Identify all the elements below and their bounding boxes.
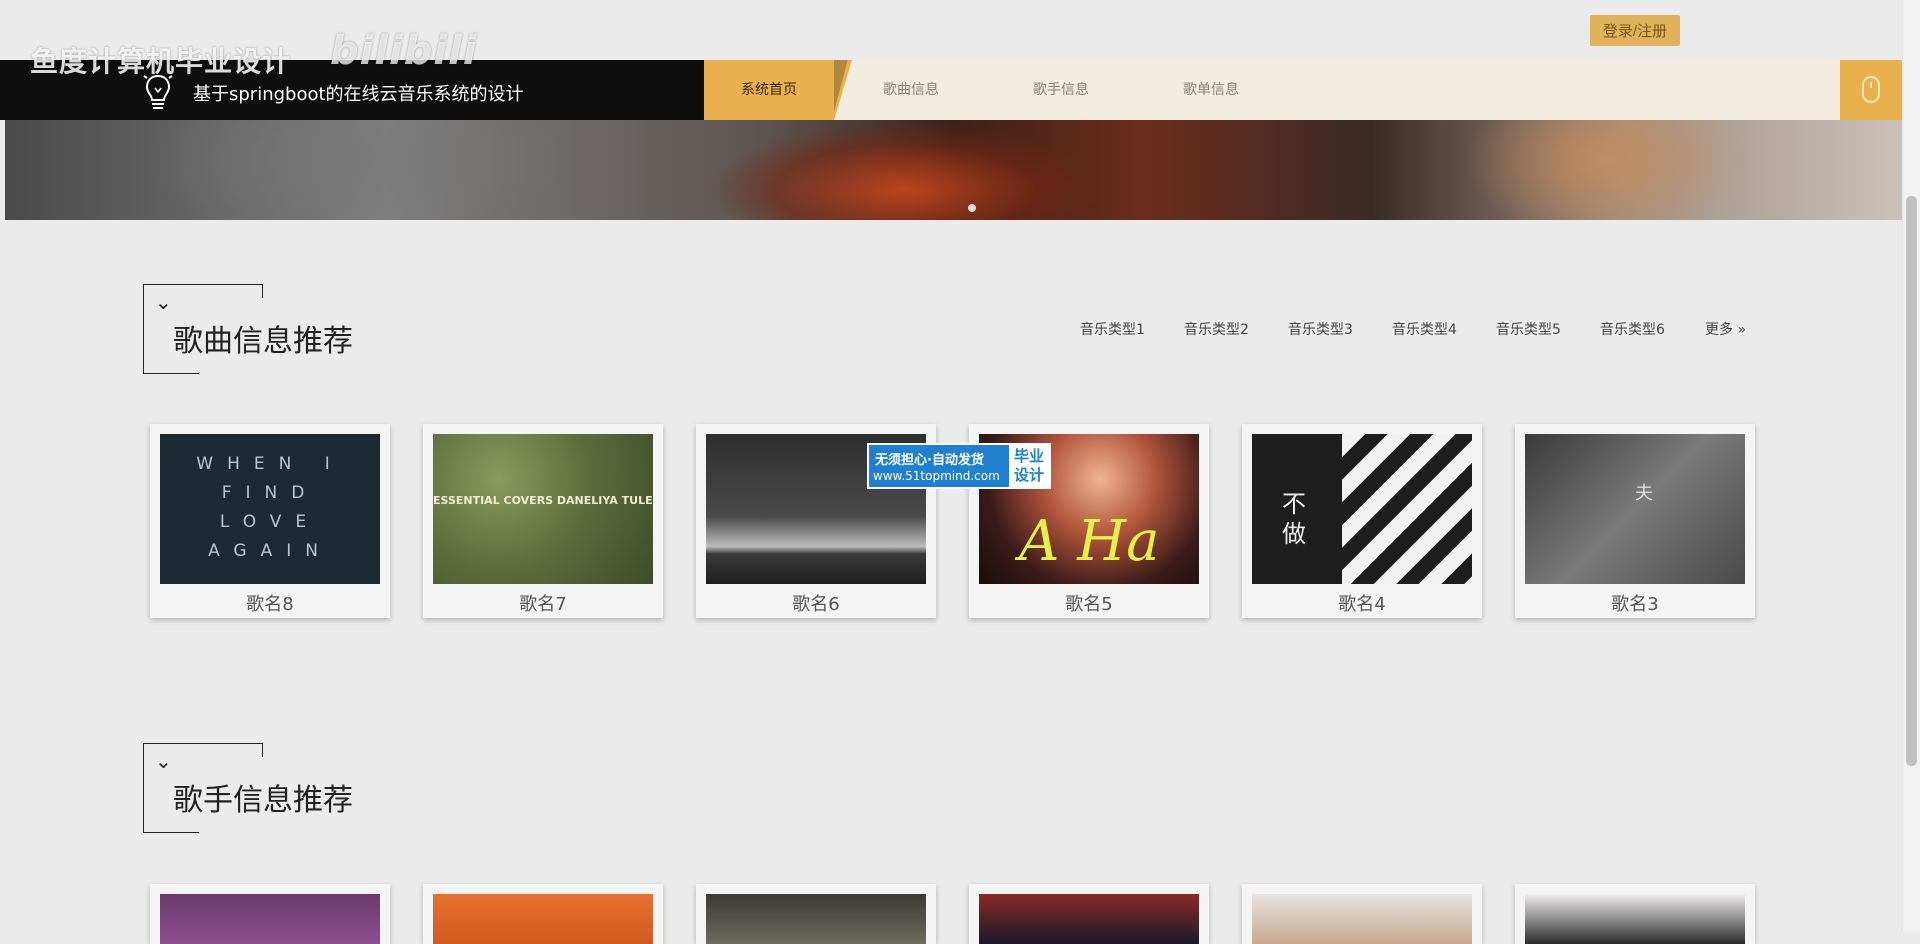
- tab-music-type-2[interactable]: 音乐类型2: [1184, 319, 1249, 339]
- singer-card[interactable]: [1242, 884, 1482, 944]
- singer-photo: [433, 894, 653, 944]
- singer-card[interactable]: [150, 884, 390, 944]
- cover-text: ESSENTIAL COVERS DANELIYA TULESHOVA: [433, 494, 653, 507]
- nav-item-songs[interactable]: 歌曲信息: [883, 60, 939, 120]
- mouse-icon: [1862, 76, 1880, 103]
- song-card-8[interactable]: WHEN I FIND LOVE AGAIN 歌名8: [150, 424, 390, 618]
- bilibili-logo-icon: bilibili: [330, 28, 478, 74]
- ad-line-1: 无须担心·自动发货: [875, 453, 984, 468]
- more-link[interactable]: 更多 »: [1705, 319, 1746, 339]
- login-register-button[interactable]: 登录/注册: [1590, 15, 1680, 46]
- vertical-scrollbar[interactable]: [1902, 0, 1920, 932]
- nav-item-singers[interactable]: 歌手信息: [1033, 60, 1089, 120]
- song-card-3[interactable]: 夫 歌名3: [1515, 424, 1755, 618]
- watermark: 鱼度计算机毕业设计 bilibili: [30, 28, 477, 80]
- ad-line-2: www.51topmind.com: [873, 469, 1000, 483]
- nav-item-playlists[interactable]: 歌单信息: [1183, 60, 1239, 120]
- song-section-title: 歌曲信息推荐: [173, 324, 353, 359]
- song-name: 歌名6: [792, 594, 840, 615]
- singer-photo: [706, 894, 926, 944]
- cover-text: 不做: [1282, 490, 1306, 548]
- singer-photo: [160, 894, 380, 944]
- chevron-down-icon: ⌄: [155, 290, 172, 314]
- song-name: 歌名8: [246, 594, 294, 615]
- song-cover-4: 不做: [1252, 434, 1472, 584]
- song-cover-8: WHEN I FIND LOVE AGAIN: [160, 434, 380, 584]
- nav-item-home[interactable]: 系统首页: [704, 60, 834, 120]
- singer-card[interactable]: [1515, 884, 1755, 944]
- song-name: 歌名3: [1611, 594, 1659, 615]
- chevron-down-icon: ⌄: [155, 749, 172, 773]
- singer-section-title: 歌手信息推荐: [173, 783, 353, 818]
- tab-music-type-1[interactable]: 音乐类型1: [1080, 319, 1145, 339]
- cover-text: WHEN I FIND LOVE AGAIN: [196, 454, 344, 561]
- song-cover-7: ESSENTIAL COVERS DANELIYA TULESHOVA: [433, 434, 653, 584]
- singer-card[interactable]: [696, 884, 936, 944]
- tab-music-type-5[interactable]: 音乐类型5: [1496, 319, 1561, 339]
- banner-carousel[interactable]: [5, 120, 1903, 220]
- singer-photo: [1525, 894, 1745, 944]
- song-card-4[interactable]: 不做 歌名4: [1242, 424, 1482, 618]
- ad-side-label: 毕业设计: [1009, 445, 1049, 487]
- nav-active-shadow: [834, 60, 852, 120]
- tab-music-type-6[interactable]: 音乐类型6: [1600, 319, 1665, 339]
- cover-text: 夫: [1635, 483, 1653, 504]
- singer-card[interactable]: [969, 884, 1209, 944]
- watermark-text: 鱼度计算机毕业设计: [30, 45, 292, 78]
- brand-title: 基于springboot的在线云音乐系统的设计: [193, 84, 524, 105]
- singer-photo: [1252, 894, 1472, 944]
- tab-music-type-3[interactable]: 音乐类型3: [1288, 319, 1353, 339]
- nav-side-button[interactable]: [1840, 60, 1903, 120]
- singer-card[interactable]: [423, 884, 663, 944]
- scrollbar-thumb[interactable]: [1906, 196, 1917, 766]
- song-name: 歌名7: [519, 594, 567, 615]
- song-card-7[interactable]: ESSENTIAL COVERS DANELIYA TULESHOVA 歌名7: [423, 424, 663, 618]
- cover-text: A Ha: [1019, 509, 1160, 574]
- singer-photo: [979, 894, 1199, 944]
- song-name: 歌名5: [1065, 594, 1113, 615]
- ad-banner[interactable]: 无须担心·自动发货 www.51topmind.com 毕业设计: [867, 443, 1051, 489]
- tab-music-type-4[interactable]: 音乐类型4: [1392, 319, 1457, 339]
- song-name: 歌名4: [1338, 594, 1386, 615]
- song-cover-3: 夫: [1525, 434, 1745, 584]
- carousel-dot[interactable]: [968, 204, 976, 212]
